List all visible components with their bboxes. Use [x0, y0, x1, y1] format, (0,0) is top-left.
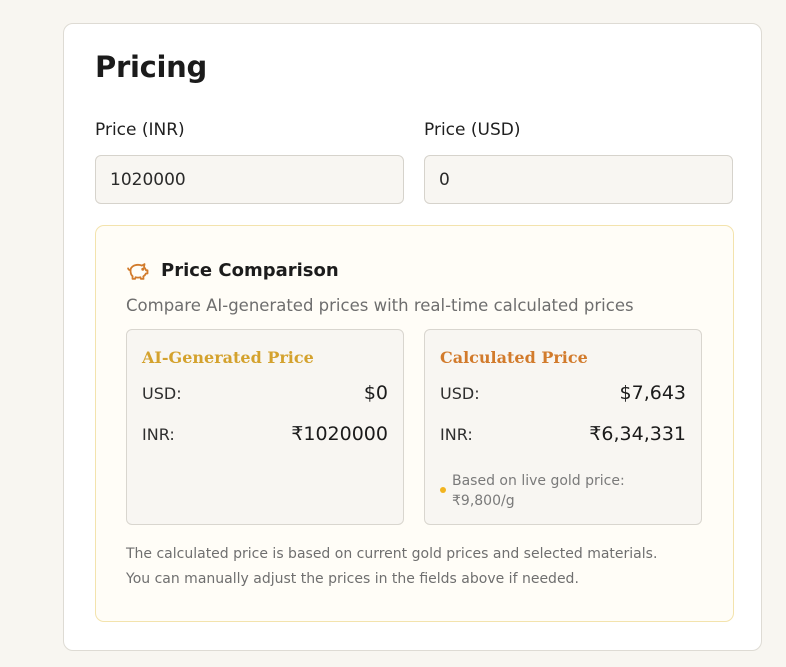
- price-comparison-title: Price Comparison: [161, 260, 339, 281]
- price-comparison-subtitle: Compare AI-generated prices with real-ti…: [126, 296, 634, 315]
- gold-price-note-text: Based on live gold price: ₹9,800/g: [452, 473, 625, 509]
- calculated-usd-value: $7,643: [619, 382, 686, 404]
- ai-generated-price-card: AI-Generated Price USD: $0 INR: ₹1020000: [126, 329, 404, 525]
- status-dot-icon: [440, 487, 446, 493]
- price-comparison-panel: Price Comparison Compare AI-generated pr…: [95, 225, 734, 622]
- footer-line-1: The calculated price is based on current…: [126, 546, 658, 562]
- calculated-usd-row: USD: $7,643: [440, 382, 686, 404]
- calculated-price-heading: Calculated Price: [440, 348, 588, 367]
- price-inr-label: Price (INR): [95, 120, 185, 140]
- price-usd-label: Price (USD): [424, 120, 521, 140]
- ai-inr-value: ₹1020000: [291, 423, 388, 445]
- calculated-inr-row: INR: ₹6,34,331: [440, 423, 686, 445]
- ai-usd-label: USD:: [142, 384, 182, 403]
- calculated-price-card: Calculated Price USD: $7,643 INR: ₹6,34,…: [424, 329, 702, 525]
- piggy-bank-icon: [126, 261, 151, 281]
- ai-inr-row: INR: ₹1020000: [142, 423, 388, 445]
- ai-inr-label: INR:: [142, 425, 175, 444]
- price-inr-input[interactable]: [95, 155, 404, 204]
- calculated-inr-label: INR:: [440, 425, 473, 444]
- price-comparison-header: Price Comparison: [126, 260, 339, 281]
- calculated-usd-label: USD:: [440, 384, 480, 403]
- calculated-inr-value: ₹6,34,331: [589, 423, 686, 445]
- ai-usd-row: USD: $0: [142, 382, 388, 404]
- footer-line-2: You can manually adjust the prices in th…: [126, 571, 579, 587]
- price-comparison-footer: The calculated price is based on current…: [126, 542, 726, 592]
- pricing-title: Pricing: [95, 50, 207, 84]
- price-usd-input[interactable]: [424, 155, 733, 204]
- gold-price-note: Based on live gold price: ₹9,800/g: [440, 471, 670, 511]
- ai-usd-value: $0: [363, 382, 388, 404]
- pricing-card: Pricing Price (INR) Price (USD) Price Co…: [63, 23, 762, 651]
- ai-generated-price-heading: AI-Generated Price: [142, 348, 314, 367]
